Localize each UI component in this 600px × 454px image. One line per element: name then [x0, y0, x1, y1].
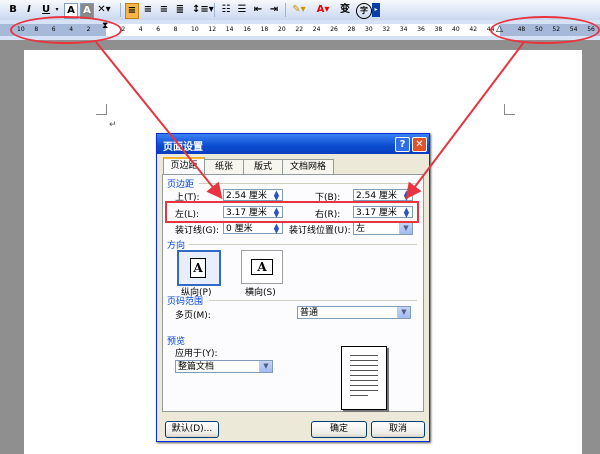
arrow-left	[95, 41, 223, 200]
annotation-arrows	[95, 41, 525, 200]
arrow-right	[405, 41, 525, 200]
